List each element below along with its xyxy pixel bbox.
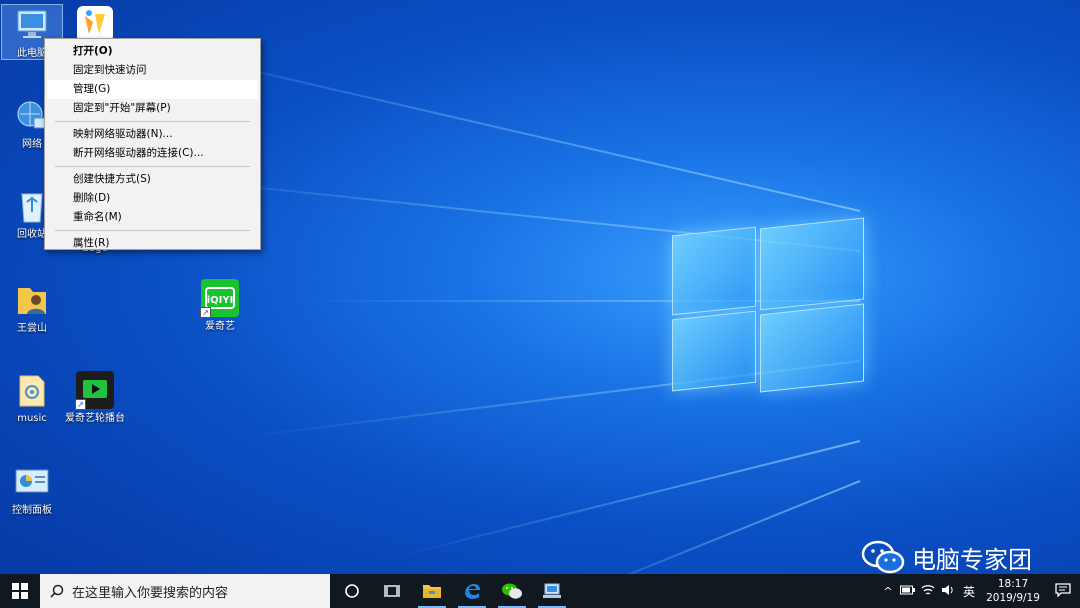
menu-separator [55, 166, 250, 167]
action-center-button[interactable] [1046, 582, 1080, 600]
edge-icon [465, 584, 480, 599]
taskbar-clock[interactable]: 18:17 2019/9/19 [980, 577, 1046, 605]
menu-item-rename[interactable]: 重命名(M) [47, 208, 258, 227]
watermark-text: 电脑专家团 [912, 545, 1032, 574]
menu-item-pin-quick-access[interactable]: 固定到快速访问 [47, 61, 258, 80]
desktop-icon-iqiyi[interactable]: iQIYI ↗ 爱奇艺 [189, 278, 251, 333]
volume-icon[interactable] [938, 584, 958, 599]
folder-icon [423, 585, 441, 598]
desktop-icon-control-panel[interactable]: 控制面板 [1, 462, 63, 517]
computer-app-icon [543, 583, 561, 598]
battery-icon[interactable] [898, 585, 918, 598]
taskbar-wechat[interactable] [492, 574, 532, 608]
taskbar-edge[interactable] [452, 574, 492, 608]
start-button[interactable] [0, 574, 40, 608]
menu-separator [55, 230, 250, 231]
menu-item-open[interactable]: 打开(O) [47, 42, 258, 61]
search-icon [50, 584, 64, 598]
task-view-button[interactable] [372, 574, 412, 608]
svg-text:iQIYI: iQIYI [207, 295, 234, 306]
wechat-logo-icon [861, 540, 905, 574]
iqiyi-icon: iQIYI ↗ [200, 278, 240, 318]
desktop-icon-label: music [17, 413, 47, 424]
show-hidden-icons-chevron-icon[interactable]: ^ [878, 585, 898, 598]
watermark: 电脑专家团 [860, 538, 1032, 576]
cortana-circle-icon [345, 584, 359, 598]
desktop-icon-label: 控制面板 [12, 505, 52, 516]
menu-item-properties[interactable]: 属性(R) [47, 234, 258, 253]
menu-item-map-network-drive[interactable]: 映射网络驱动器(N)... [47, 125, 258, 144]
input-method-indicator[interactable]: 英 [958, 583, 980, 600]
menu-item-delete[interactable]: 删除(D) [47, 189, 258, 208]
shortcut-arrow-icon: ↗ [75, 399, 86, 410]
menu-item-pin-start[interactable]: 固定到"开始"屏幕(P) [47, 99, 258, 118]
iqiyi-carousel-icon: ↗ [75, 370, 115, 410]
context-menu: 打开(O) 固定到快速访问 管理(G) 固定到"开始"屏幕(P) 映射网络驱动器… [44, 38, 261, 250]
windows-wallpaper-logo [668, 213, 868, 395]
desktop-icon-music[interactable]: music [1, 370, 63, 425]
clock-date: 2019/9/19 [986, 592, 1040, 604]
menu-item-manage[interactable]: 管理(G) [47, 80, 258, 99]
clock-time: 18:17 [997, 578, 1029, 590]
shortcut-arrow-icon: ↗ [200, 307, 211, 318]
cortana-button[interactable] [332, 574, 372, 608]
windows-start-icon [12, 583, 28, 599]
desktop-icon-label: 爱奇艺轮播台 [65, 413, 125, 424]
taskbar: 在这里输入你要搜索的内容 ^ 英 18:17 2019/9/19 [0, 574, 1080, 608]
user-folder-icon [12, 280, 52, 320]
taskbar-search-box[interactable]: 在这里输入你要搜索的内容 [40, 574, 330, 608]
menu-item-disconnect-network-drive[interactable]: 断开网络驱动器的连接(C)... [47, 144, 258, 163]
desktop-icon-iqiyi-carousel[interactable]: ↗ 爱奇艺轮播台 [64, 370, 126, 425]
desktop-icon-label: 王尝山 [17, 323, 47, 334]
menu-item-create-shortcut[interactable]: 创建快捷方式(S) [47, 170, 258, 189]
notification-icon [1055, 582, 1071, 598]
menu-separator [55, 121, 250, 122]
desktop-icon-user-folder[interactable]: 王尝山 [1, 280, 63, 335]
system-tray: ^ 英 18:17 2019/9/19 [878, 574, 1080, 608]
task-view-icon [384, 585, 400, 597]
search-placeholder: 在这里输入你要搜索的内容 [72, 585, 229, 601]
taskbar-app[interactable] [532, 574, 572, 608]
wechat-icon [502, 583, 522, 599]
taskbar-file-explorer[interactable] [412, 574, 452, 608]
music-folder-icon [12, 370, 52, 410]
control-panel-icon [12, 462, 52, 502]
wifi-icon[interactable] [918, 584, 938, 599]
desktop-icon-label: 爱奇艺 [205, 321, 235, 332]
